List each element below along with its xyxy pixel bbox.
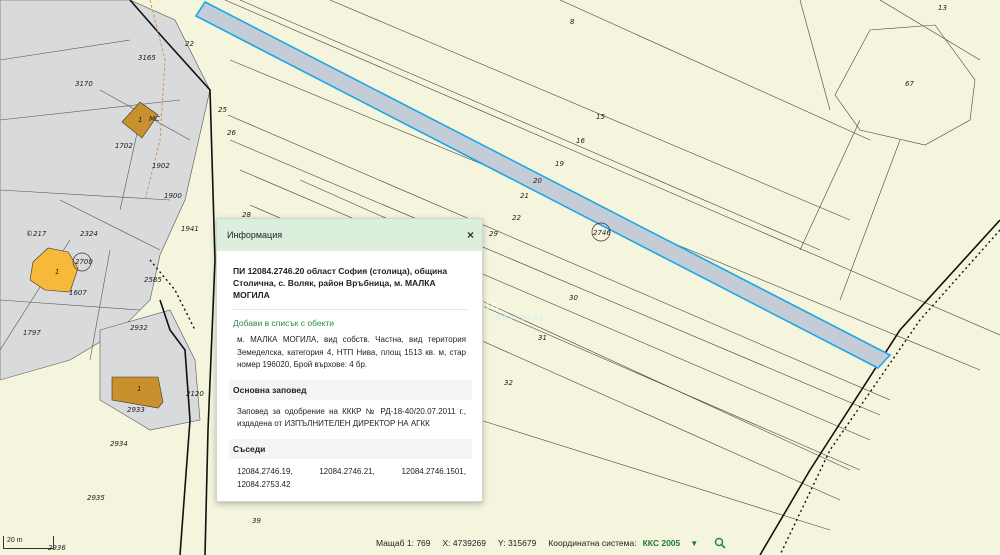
scale-readout: Мащаб 1: 769 bbox=[376, 538, 431, 548]
chevron-down-icon[interactable]: ▼ bbox=[690, 539, 698, 548]
neighbors-list: 12084.2746.19, 12084.2746.21, 12084.2746… bbox=[237, 465, 466, 491]
status-bar: Мащаб 1: 769 X: 4739269 Y: 315679 Коорди… bbox=[376, 534, 766, 552]
add-to-list-link[interactable]: Добави в списък с обекти bbox=[233, 318, 468, 328]
neighbor-item: 12084.2746.21, bbox=[319, 466, 375, 476]
parcel-number-29: 29 bbox=[489, 230, 498, 238]
parcel-number-39: 39 bbox=[252, 517, 261, 525]
search-icon[interactable] bbox=[714, 537, 726, 549]
parcel-number-1941: 1941 bbox=[181, 225, 199, 233]
parcel-number-2700: 2700 bbox=[75, 258, 93, 266]
parcel-number-b1a: 1 bbox=[138, 116, 142, 124]
parcel-number-1702: 1702 bbox=[115, 142, 133, 150]
parcel-number-32: 32 bbox=[504, 379, 513, 387]
parcel-number-1902: 1902 bbox=[152, 162, 170, 170]
parcel-number-25: 25 bbox=[218, 106, 227, 114]
x-value: 4739269 bbox=[452, 538, 487, 548]
x-label: X: bbox=[442, 538, 451, 548]
parcel-number-b1c: 1 bbox=[137, 385, 141, 393]
parcel-number-21: 21 bbox=[520, 192, 529, 200]
parcel-number-13: 13 bbox=[938, 4, 947, 12]
parcel-number-67: 67 bbox=[905, 80, 914, 88]
parcel-number-2120: 2120 bbox=[186, 390, 204, 398]
parcel-number-22: 22 bbox=[512, 214, 521, 222]
y-value: 315679 bbox=[507, 538, 537, 548]
parcel-number-8: 8 bbox=[570, 18, 575, 26]
x-readout: X: 4739269 bbox=[443, 538, 487, 548]
parcel-number-30: 30 bbox=[569, 294, 578, 302]
neighbor-item: 12084.2746.1501, bbox=[401, 466, 466, 476]
parcel-number-2932: 2932 bbox=[130, 324, 148, 332]
parcel-number-1797: 1797 bbox=[23, 329, 41, 337]
neighbors-heading: Съседи bbox=[229, 438, 472, 459]
popup-title: Информация bbox=[227, 230, 283, 240]
cadastral-map[interactable]: 8136715161920212229303132262825223170316… bbox=[0, 0, 1000, 555]
y-label: Y: bbox=[498, 538, 506, 548]
parcel-number-31: 31 bbox=[538, 334, 547, 342]
parcel-number-3170: 3170 bbox=[75, 80, 93, 88]
order-heading: Основна заповед bbox=[229, 379, 472, 400]
popup-header: Информация × bbox=[217, 219, 482, 251]
neighbor-item: 12084.2753.42 bbox=[237, 479, 291, 489]
parcel-number-16: 16 bbox=[576, 137, 585, 145]
y-readout: Y: 315679 bbox=[498, 538, 536, 548]
crs-label: Координатна система: bbox=[548, 538, 637, 548]
parcel-description: м. МАЛКА МОГИЛА, вид собств. Частна, вид… bbox=[237, 335, 466, 369]
parcel-number-2933: 2933 bbox=[127, 406, 145, 414]
selected-parcel-number: 2746 bbox=[593, 229, 611, 237]
parcel-number-3165: 3165 bbox=[138, 54, 156, 62]
order-text: Заповед за одобрение на КККР № РД-18-40/… bbox=[237, 406, 466, 429]
parcel-number-20: 20 bbox=[533, 177, 542, 185]
scale-label: Мащаб 1: bbox=[376, 538, 414, 548]
parcel-number-2324: 2324 bbox=[80, 230, 98, 238]
parcel-number-217: ©217 bbox=[26, 230, 47, 238]
parcel-number-ms: МС bbox=[149, 115, 160, 123]
parcel-number-b1b: 1 bbox=[55, 268, 59, 276]
parcel-number-19: 19 bbox=[555, 160, 564, 168]
parcel-number-22b: 22 bbox=[185, 40, 194, 48]
info-popup: Информация × ПИ 12084.2746.20 област Соф… bbox=[216, 218, 483, 502]
parcel-number-1607: 1607 bbox=[69, 289, 87, 297]
parcel-number-1900: 1900 bbox=[164, 192, 182, 200]
neighbor-item: 12084.2746.19, bbox=[237, 466, 293, 476]
scale-bar: 20 m bbox=[3, 536, 54, 549]
parcel-number-2935: 2935 bbox=[87, 494, 105, 502]
popup-body: ПИ 12084.2746.20 област София (столица),… bbox=[217, 251, 482, 491]
parcel-title: ПИ 12084.2746.20 област София (столица),… bbox=[233, 265, 468, 310]
parcel-number-2934: 2934 bbox=[110, 440, 128, 448]
parcel-number-15: 15 bbox=[596, 113, 605, 121]
scale-value: 769 bbox=[416, 538, 431, 548]
parcel-number-2585: 2585 bbox=[144, 276, 162, 284]
crs-value[interactable]: ККС 2005 bbox=[643, 538, 681, 548]
close-icon[interactable]: × bbox=[467, 228, 474, 242]
parcel-number-26: 26 bbox=[227, 129, 236, 137]
